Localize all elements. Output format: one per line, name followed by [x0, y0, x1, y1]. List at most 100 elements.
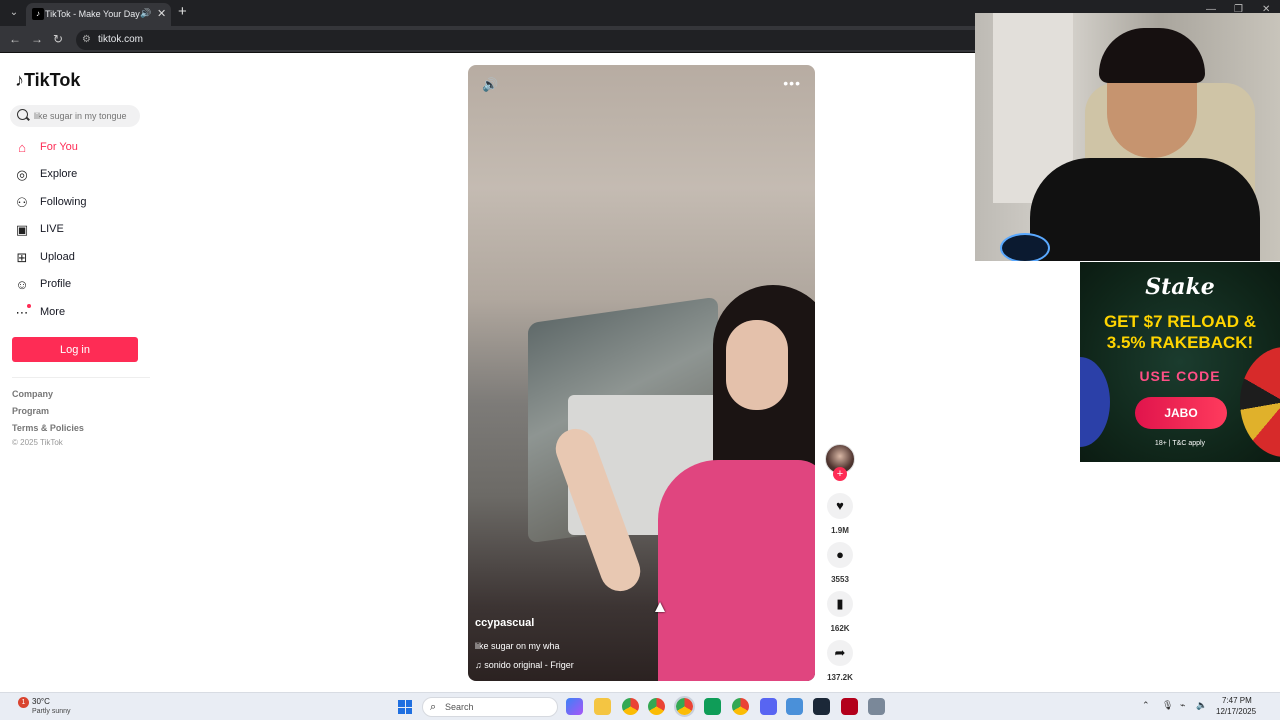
- webcam-person-body: [1030, 158, 1260, 261]
- forward-icon[interactable]: →: [31, 32, 43, 46]
- taskbar: 1 30°C Partly sunny ⌕ Search ⌃ 🎙 ⌁ 🔈 7:4…: [0, 692, 1280, 720]
- footer-company-link[interactable]: Company: [12, 389, 53, 399]
- nav-item-following[interactable]: ⚇ Following: [12, 193, 142, 215]
- ad-brand-logo: Stake: [1145, 274, 1215, 300]
- weather-desc[interactable]: Partly sunny: [32, 708, 71, 715]
- weather-temp[interactable]: 30°C: [32, 697, 50, 706]
- clock-time[interactable]: 7:47 PM: [1222, 696, 1252, 705]
- chrome-second-icon[interactable]: [732, 698, 749, 715]
- video-music[interactable]: ♫ sonido original - Friger: [475, 660, 574, 670]
- video-person-shirt: [658, 460, 815, 681]
- search-icon: [17, 109, 28, 120]
- nav-label: For You: [40, 141, 78, 153]
- taskbar-search[interactable]: ⌕ Search: [422, 697, 558, 717]
- nav-label: Explore: [40, 168, 78, 180]
- comment-button[interactable]: ●: [827, 542, 853, 568]
- file-explorer-icon[interactable]: [594, 698, 611, 715]
- nav-item-profile[interactable]: ☺ Profile: [12, 275, 142, 297]
- save-button[interactable]: ▮: [827, 591, 853, 617]
- webcam-overlay: [975, 13, 1280, 261]
- start-button[interactable]: [398, 700, 412, 714]
- ad-headline: GET $7 RELOAD & 3.5% RAKEBACK!: [1085, 311, 1275, 353]
- notification-dot: [27, 304, 31, 308]
- url-text: tiktok.com: [98, 34, 144, 45]
- music-title: sonido original - Friger: [484, 660, 574, 670]
- steam-icon[interactable]: [813, 698, 830, 715]
- volume-icon[interactable]: 🔊: [482, 77, 498, 93]
- following-icon: ⚇: [16, 195, 28, 210]
- ad-use-code: USE CODE: [1139, 368, 1221, 384]
- like-button[interactable]: ♥: [827, 493, 853, 519]
- notepad-icon[interactable]: [786, 698, 803, 715]
- webcam-mic: [1000, 233, 1050, 261]
- game-icon[interactable]: [841, 698, 858, 715]
- microphone-icon[interactable]: 🎙: [1162, 700, 1173, 711]
- nav-label: Following: [40, 196, 87, 208]
- login-button[interactable]: Log in: [12, 337, 138, 362]
- ad-code-button: JABO: [1135, 397, 1227, 429]
- nav-label: LIVE: [40, 223, 64, 235]
- video-person-face: [726, 320, 788, 410]
- weather-icon[interactable]: 1: [18, 697, 29, 708]
- nav-item-for-you[interactable]: ⌂ For You: [12, 138, 142, 160]
- share-icon: ➦: [834, 645, 846, 660]
- search-icon: ⌕: [430, 701, 437, 713]
- new-tab-button[interactable]: +: [178, 3, 187, 20]
- share-count: 137.2K: [827, 673, 853, 682]
- tiktok-favicon-icon: ♪: [32, 8, 44, 20]
- follow-plus-icon[interactable]: +: [833, 467, 847, 481]
- tiktok-logo[interactable]: ♪TikTok: [15, 70, 80, 91]
- upload-icon: ⊞: [16, 250, 28, 265]
- tab-close-icon[interactable]: ✕: [157, 7, 166, 20]
- stake-ad: Stake GET $7 RELOAD & 3.5% RAKEBACK! USE…: [1080, 262, 1280, 462]
- video-caption: like sugar on my wha: [475, 641, 560, 651]
- webcam-person-hair: [1099, 28, 1205, 83]
- comment-count: 3553: [831, 575, 849, 584]
- home-icon: ⌂: [18, 140, 26, 155]
- back-icon[interactable]: ←: [9, 32, 21, 46]
- nav-item-more[interactable]: ⋯ More: [12, 303, 142, 325]
- chrome-icon[interactable]: [622, 698, 639, 715]
- browser-tab[interactable]: ♪ TikTok - Make Your Day 🔊 ✕: [26, 3, 171, 26]
- chrome-profile-icon[interactable]: [648, 698, 665, 715]
- ad-headline-line2: 3.5% RAKEBACK!: [1106, 333, 1254, 352]
- live-icon: ▣: [15, 222, 29, 237]
- network-icon[interactable]: ⌁: [1180, 700, 1185, 711]
- nav-label: More: [40, 306, 66, 318]
- volume-tray-icon[interactable]: 🔈: [1196, 700, 1207, 711]
- video-author[interactable]: ccypascual: [475, 617, 534, 629]
- app-green-icon[interactable]: [704, 698, 721, 715]
- video-more-icon[interactable]: •••: [783, 75, 801, 91]
- discord-icon[interactable]: [760, 698, 777, 715]
- chrome-active-icon[interactable]: [674, 696, 695, 717]
- like-count: 1.9M: [831, 526, 849, 535]
- footer-program-link[interactable]: Program: [12, 406, 49, 416]
- ad-headline-line1: GET $7 RELOAD &: [1103, 312, 1257, 331]
- snipping-tool-icon[interactable]: [868, 698, 885, 715]
- nav-item-explore[interactable]: ◎ Explore: [12, 165, 142, 187]
- logo-text: TikTok: [24, 70, 81, 90]
- share-button[interactable]: ➦: [827, 640, 853, 666]
- profile-icon: ☺: [15, 277, 29, 292]
- sidebar-divider: [12, 377, 150, 378]
- nav-item-live[interactable]: ▣ LIVE: [12, 220, 142, 242]
- nav-item-upload[interactable]: ⊞ Upload: [12, 248, 142, 270]
- search-box[interactable]: [10, 105, 140, 127]
- nav-label: Profile: [40, 278, 72, 290]
- tiktok-note-icon: ♪: [15, 70, 24, 90]
- reload-icon[interactable]: ↻: [53, 32, 63, 46]
- ad-terms: 18+ | T&C apply: [1154, 440, 1206, 447]
- tab-audio-icon[interactable]: 🔊: [140, 8, 151, 19]
- site-info-icon[interactable]: ⚙: [82, 34, 91, 45]
- taskbar-search-label: Search: [445, 702, 474, 712]
- copilot-icon[interactable]: [566, 698, 583, 715]
- tab-search-icon[interactable]: ⌄: [6, 5, 22, 21]
- compass-icon: ◎: [16, 167, 28, 182]
- nav-label: Upload: [40, 251, 75, 263]
- search-input[interactable]: [34, 108, 138, 124]
- tray-overflow-icon[interactable]: ⌃: [1142, 700, 1150, 711]
- mouse-cursor: [655, 602, 665, 612]
- footer-terms-link[interactable]: Terms & Policies: [12, 423, 84, 433]
- video-player[interactable]: 🔊 ••• ccypascual like sugar on my wha ♫ …: [468, 65, 815, 681]
- clock-date[interactable]: 12/17/2025: [1216, 707, 1256, 716]
